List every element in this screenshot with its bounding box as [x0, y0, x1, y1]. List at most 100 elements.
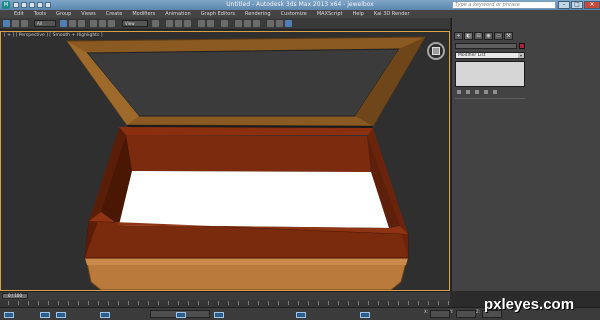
menu-item-tools[interactable]: Tools: [34, 11, 46, 17]
tab-motion[interactable]: ◉: [484, 32, 493, 40]
viewcube-face[interactable]: [432, 47, 440, 55]
render-setup-icon[interactable]: [267, 20, 274, 27]
coord-y-field[interactable]: [456, 310, 476, 318]
panel-divider: [455, 98, 525, 99]
trackbar-tick: [158, 301, 159, 305]
menu-item-group[interactable]: Group: [56, 11, 71, 17]
command-panel: + ◐ ⊟ ◉ ▭ ⚒ Modifier List ▾: [451, 18, 600, 291]
move-icon[interactable]: [90, 20, 97, 27]
save-file-icon[interactable]: [29, 2, 35, 8]
mirror-icon[interactable]: [198, 20, 205, 27]
coord-x-field[interactable]: [430, 310, 450, 318]
layer-manager-icon[interactable]: [221, 20, 228, 27]
app-logo-icon[interactable]: M: [2, 1, 10, 9]
trackbar-tick: [378, 301, 379, 305]
close-button[interactable]: ✕: [584, 1, 600, 9]
taskbar-app-icon[interactable]: [214, 312, 224, 318]
scale-icon[interactable]: [108, 20, 115, 27]
region-select-icon[interactable]: [78, 20, 85, 27]
new-file-icon[interactable]: [13, 2, 19, 8]
taskbar-app-icon[interactable]: [100, 312, 110, 318]
tab-hierarchy[interactable]: ⊟: [474, 32, 483, 40]
taskbar-app-icon[interactable]: [176, 312, 186, 318]
trackbar-tick: [68, 301, 69, 305]
trackbar-tick: [298, 301, 299, 305]
undo-icon[interactable]: [37, 2, 43, 8]
render-icon[interactable]: [285, 20, 292, 27]
menu-item-maxscript[interactable]: MAXScript: [317, 11, 343, 17]
trackbar-tick: [8, 301, 9, 305]
show-end-result-icon[interactable]: [466, 90, 470, 94]
trackbar-tick: [258, 301, 259, 305]
trackbar-tick: [248, 301, 249, 305]
taskbar-app-icon[interactable]: [40, 312, 50, 318]
search-input[interactable]: Type a keyword or phrase: [452, 1, 556, 9]
menu-item-customize[interactable]: Customize: [281, 11, 307, 17]
menu-item-graph-editors[interactable]: Graph Editors: [201, 11, 235, 17]
trackbar-tick: [438, 301, 439, 305]
minimize-button[interactable]: –: [558, 1, 570, 9]
title-bar: M Untitled - Autodesk 3ds Max 2013 x64 -…: [0, 0, 600, 10]
make-unique-icon[interactable]: [475, 90, 479, 94]
taskbar-app-icon[interactable]: [56, 312, 66, 318]
material-editor-icon[interactable]: [253, 20, 260, 27]
percent-snap-icon[interactable]: [184, 20, 191, 27]
menu-item-animation[interactable]: Animation: [165, 11, 191, 17]
select-by-name-icon[interactable]: [69, 20, 76, 27]
menu-item-modifiers[interactable]: Modifiers: [132, 11, 155, 17]
taskbar-app-icon[interactable]: [296, 312, 306, 318]
schematic-view-icon[interactable]: [244, 20, 251, 27]
menu-item-render-plugin[interactable]: Kai 3D Render: [374, 11, 410, 17]
tab-display[interactable]: ▭: [494, 32, 503, 40]
jewel-box-model: [66, 36, 426, 290]
rotate-icon[interactable]: [99, 20, 106, 27]
taskbar-app-icon[interactable]: [360, 312, 370, 318]
pin-stack-icon[interactable]: [457, 90, 461, 94]
trackbar-tick: [188, 301, 189, 305]
perspective-viewport[interactable]: [ + ] [ Perspective ] [ Smooth + Highlig…: [0, 31, 450, 291]
remove-modifier-icon[interactable]: [484, 90, 488, 94]
modifier-stack[interactable]: [455, 61, 525, 87]
maximize-button[interactable]: □: [571, 1, 583, 9]
trackbar-tick: [268, 301, 269, 305]
angle-snap-icon[interactable]: [175, 20, 182, 27]
trackbar-tick: [148, 301, 149, 305]
configure-sets-icon[interactable]: [493, 90, 497, 94]
box-inner-floor: [119, 171, 389, 228]
trackbar-tick: [138, 301, 139, 305]
reference-coordinate-dropdown[interactable]: View: [122, 20, 148, 27]
open-file-icon[interactable]: [21, 2, 27, 8]
track-bar[interactable]: [0, 300, 450, 307]
curve-editor-icon[interactable]: [235, 20, 242, 27]
trackbar-tick: [408, 301, 409, 305]
align-icon[interactable]: [207, 20, 214, 27]
tab-utilities[interactable]: ⚒: [504, 32, 513, 40]
menu-item-rendering[interactable]: Rendering: [245, 11, 271, 17]
snap-toggle-icon[interactable]: [166, 20, 173, 27]
render-frame-icon[interactable]: [276, 20, 283, 27]
menu-item-help[interactable]: Help: [353, 11, 364, 17]
menu-item-edit[interactable]: Edit: [14, 11, 24, 17]
select-object-icon[interactable]: [60, 20, 67, 27]
redo-icon[interactable]: [45, 2, 51, 8]
modifier-list-dropdown[interactable]: Modifier List ▾: [455, 52, 525, 59]
pivot-icon[interactable]: [152, 20, 159, 27]
menu-item-create[interactable]: Create: [106, 11, 123, 17]
object-name-field[interactable]: [455, 43, 517, 49]
tab-create[interactable]: +: [454, 32, 463, 40]
selection-filter-dropdown[interactable]: All: [34, 20, 56, 27]
tab-modify[interactable]: ◐: [464, 32, 473, 40]
chevron-down-icon[interactable]: ▾: [518, 53, 524, 58]
time-slider[interactable]: 0 / 100: [2, 293, 28, 299]
redo-tool-icon[interactable]: [12, 20, 19, 27]
link-icon[interactable]: [21, 20, 28, 27]
taskbar-app-icon[interactable]: [4, 312, 14, 318]
undo-tool-icon[interactable]: [3, 20, 10, 27]
object-color-swatch[interactable]: [519, 43, 525, 49]
trackbar-tick: [198, 301, 199, 305]
menu-item-views[interactable]: Views: [81, 11, 95, 17]
trackbar-tick: [118, 301, 119, 305]
viewcube-icon[interactable]: [427, 42, 445, 60]
trackbar-tick: [398, 301, 399, 305]
trackbar-tick: [348, 301, 349, 305]
